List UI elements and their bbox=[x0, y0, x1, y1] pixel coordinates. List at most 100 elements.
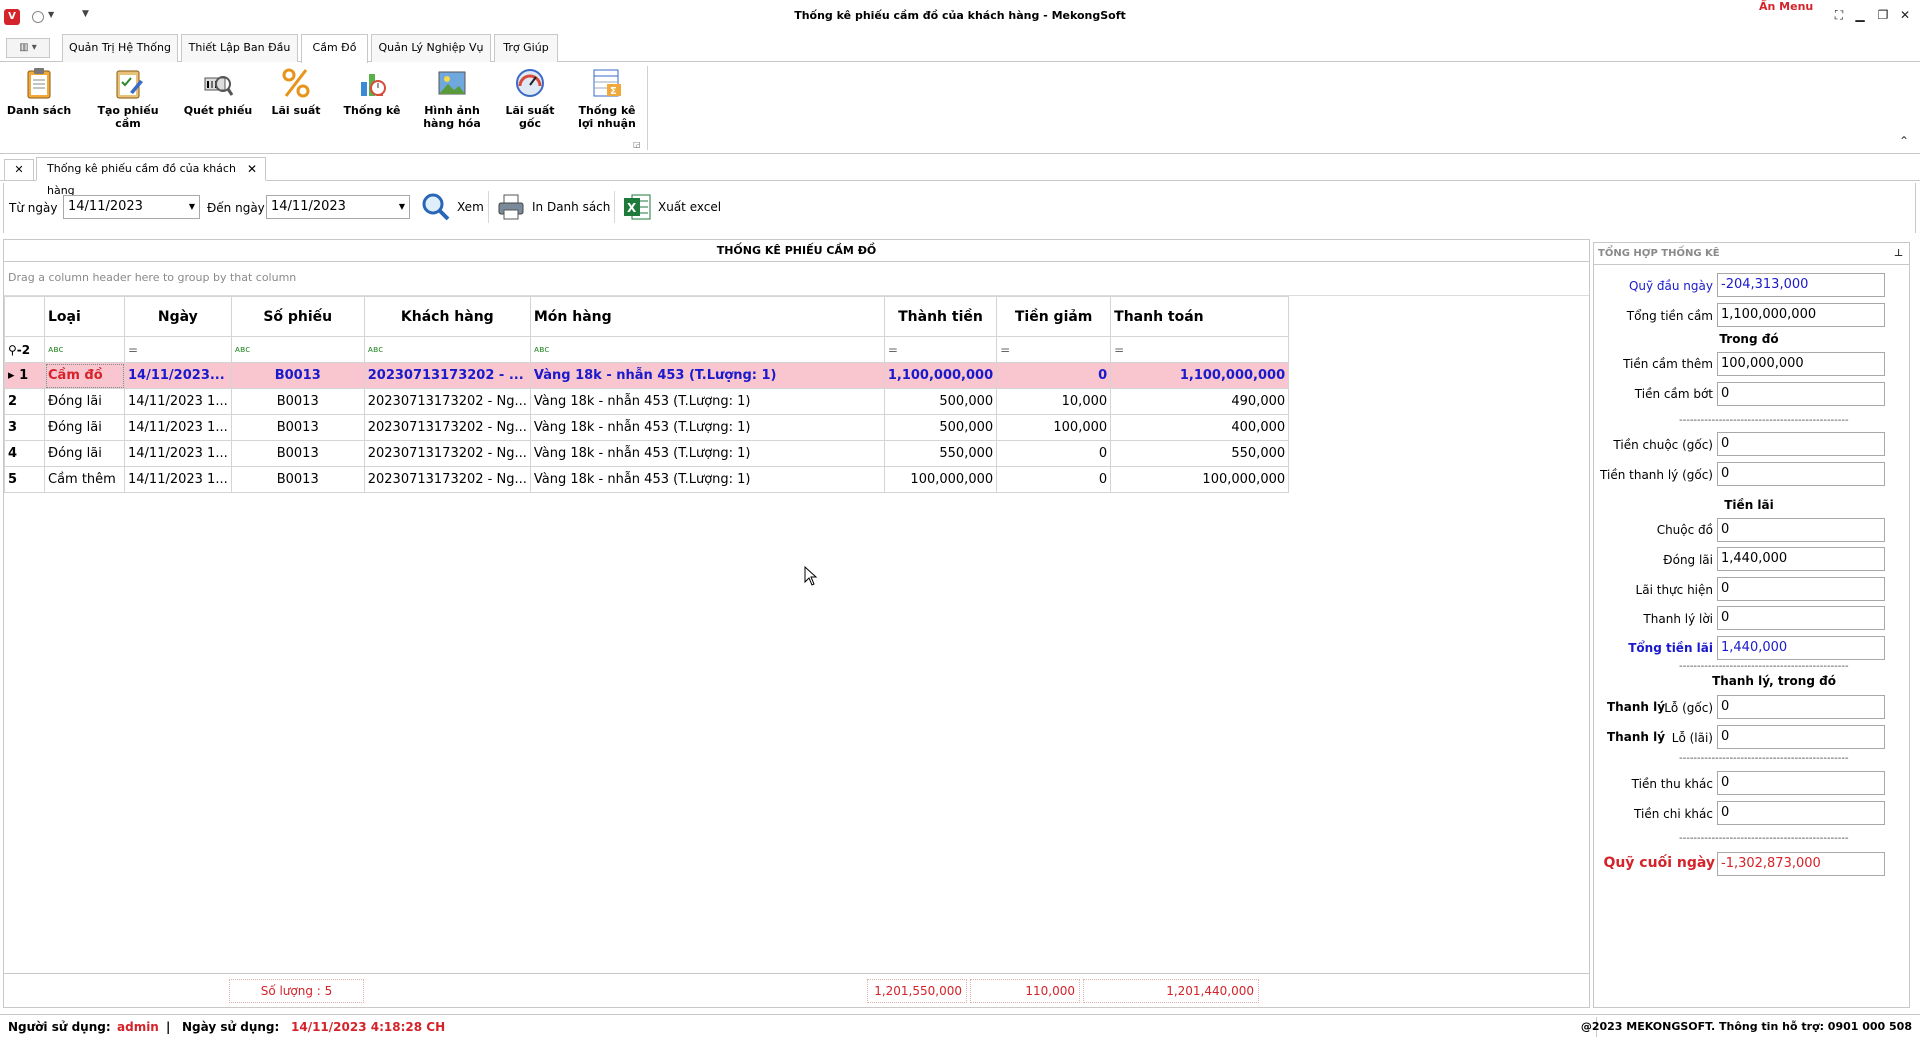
table-row[interactable]: 4 Đóng lãi 14/11/2023 1... B0013 2023071… bbox=[4, 440, 1290, 467]
tab-quan-tri-he-thong[interactable]: Quản Trị Hệ Thống bbox=[62, 34, 178, 62]
filter-cell-thanh-toan[interactable]: = bbox=[1110, 336, 1290, 363]
thanh-ly-loi-field[interactable]: 0 bbox=[1717, 606, 1885, 630]
cell-thanh-tien[interactable]: 100,000,000 bbox=[883, 466, 998, 493]
pin-icon[interactable]: ⊥ bbox=[1894, 243, 1903, 265]
print-list-button[interactable]: In Danh sách bbox=[494, 189, 610, 225]
cell-loai[interactable]: Đóng lãi bbox=[44, 440, 125, 467]
cell-khach-hang[interactable]: 20230713173202 - Ng... bbox=[363, 388, 531, 415]
cell-ngay[interactable]: 14/11/2023 1... bbox=[124, 440, 232, 467]
cell-thanh-tien[interactable]: 550,000 bbox=[883, 440, 998, 467]
table-row[interactable]: ▸ 1 Cầm đồ 14/11/2023... B0013 202307131… bbox=[4, 362, 1290, 389]
cell-mon-hang[interactable]: Vàng 18k - nhẫn 453 (T.Lượng: 1) bbox=[529, 414, 885, 441]
filter-cell-loai[interactable]: ᴀʙᴄ bbox=[44, 336, 125, 363]
filter-cell-ngay[interactable]: = bbox=[124, 336, 232, 363]
column-header-so-phieu[interactable]: Số phiếu bbox=[230, 296, 365, 337]
row-index[interactable]: 4 bbox=[4, 440, 45, 467]
table-row[interactable]: 3 Đóng lãi 14/11/2023 1... B0013 2023071… bbox=[4, 414, 1290, 441]
cell-loai[interactable]: Đóng lãi bbox=[44, 388, 125, 415]
tien-thu-khac-field[interactable]: 0 bbox=[1717, 771, 1885, 795]
cell-so-phieu[interactable]: B0013 bbox=[230, 466, 365, 493]
filter-cell-tien-giam[interactable]: = bbox=[996, 336, 1112, 363]
lai-suat-button[interactable]: Lãi suất bbox=[264, 66, 328, 117]
column-header-khach-hang[interactable]: Khách hàng bbox=[363, 296, 531, 337]
quy-cuoi-ngay-field[interactable]: -1,302,873,000 bbox=[1717, 852, 1885, 876]
cell-tien-giam[interactable]: 100,000 bbox=[996, 414, 1112, 441]
cell-tien-giam[interactable]: 0 bbox=[996, 466, 1112, 493]
filter-cell-so-phieu[interactable]: ᴀʙᴄ bbox=[230, 336, 365, 363]
restore-button[interactable]: ❐ bbox=[1874, 8, 1892, 22]
screen-icon[interactable]: ⛶ bbox=[1830, 8, 1848, 23]
cell-ngay[interactable]: 14/11/2023... bbox=[124, 362, 232, 389]
row-index[interactable]: 5 bbox=[4, 466, 45, 493]
tao-phieu-cam-button[interactable]: Tạo phiếu cầm bbox=[84, 66, 172, 130]
cell-tien-giam[interactable]: 10,000 bbox=[996, 388, 1112, 415]
close-all-tabs-icon[interactable]: ✕ bbox=[4, 159, 34, 181]
cell-tien-giam[interactable]: 0 bbox=[996, 440, 1112, 467]
column-header-tien-giam[interactable]: Tiền giảm bbox=[996, 296, 1112, 337]
table-row[interactable]: 5 Cầm thêm 14/11/2023 1... B0013 2023071… bbox=[4, 466, 1290, 493]
lai-suat-goc-button[interactable]: Lãi suất gốc bbox=[498, 66, 562, 130]
quet-phieu-button[interactable]: Quét phiếu bbox=[182, 66, 254, 117]
cell-loai[interactable]: Đóng lãi bbox=[44, 414, 125, 441]
cell-ngay[interactable]: 14/11/2023 1... bbox=[124, 466, 232, 493]
cell-thanh-toan[interactable]: 400,000 bbox=[1110, 414, 1290, 441]
cell-khach-hang[interactable]: 20230713173202 - ... bbox=[363, 362, 531, 389]
cell-khach-hang[interactable]: 20230713173202 - Ng... bbox=[363, 414, 531, 441]
tien-chi-khac-field[interactable]: 0 bbox=[1717, 801, 1885, 825]
tien-cam-them-field[interactable]: 100,000,000 bbox=[1717, 352, 1885, 376]
cell-khach-hang[interactable]: 20230713173202 - Ng... bbox=[363, 466, 531, 493]
cell-so-phieu[interactable]: B0013 bbox=[230, 388, 365, 415]
cell-so-phieu[interactable]: B0013 bbox=[230, 440, 365, 467]
hide-menu-button[interactable]: Ẩn Menu bbox=[1759, 0, 1813, 13]
row-index[interactable]: 3 bbox=[4, 414, 45, 441]
cell-thanh-toan[interactable]: 100,000,000 bbox=[1110, 466, 1290, 493]
cell-thanh-tien[interactable]: 500,000 bbox=[883, 414, 998, 441]
cell-ngay[interactable]: 14/11/2023 1... bbox=[124, 388, 232, 415]
dong-lai-field[interactable]: 1,440,000 bbox=[1717, 547, 1885, 571]
tab-cam-do[interactable]: Cầm Đồ bbox=[301, 34, 368, 63]
cell-thanh-toan[interactable]: 490,000 bbox=[1110, 388, 1290, 415]
lo-goc-field[interactable]: 0 bbox=[1717, 695, 1885, 719]
row-indicator[interactable]: ▸ 1 bbox=[4, 362, 45, 389]
tab-tro-giup[interactable]: Trợ Giúp bbox=[494, 34, 558, 62]
group-by-panel[interactable]: Drag a column header here to group by th… bbox=[4, 262, 1589, 296]
cell-so-phieu[interactable]: B0013 bbox=[230, 362, 365, 389]
chevron-down-icon[interactable]: ▼ bbox=[189, 196, 195, 218]
danh-sach-button[interactable]: Danh sách bbox=[4, 66, 74, 117]
cell-ngay[interactable]: 14/11/2023 1... bbox=[124, 414, 232, 441]
view-button[interactable]: Xem bbox=[419, 189, 484, 225]
quy-dau-ngay-field[interactable]: -204,313,000 bbox=[1717, 273, 1885, 297]
cell-loai[interactable]: Cầm thêm bbox=[44, 466, 125, 493]
tien-cam-bot-field[interactable]: 0 bbox=[1717, 382, 1885, 406]
close-tab-icon[interactable]: ✕ bbox=[247, 158, 257, 180]
export-excel-button[interactable]: X Xuất excel bbox=[620, 189, 721, 225]
chevron-down-icon[interactable]: ▼ bbox=[399, 196, 405, 218]
close-button[interactable]: ✕ bbox=[1896, 8, 1914, 22]
column-header-ngay[interactable]: Ngày bbox=[124, 296, 232, 337]
cell-thanh-toan[interactable]: 550,000 bbox=[1110, 440, 1290, 467]
cell-thanh-tien[interactable]: 1,100,000,000 bbox=[883, 362, 998, 389]
cell-mon-hang[interactable]: Vàng 18k - nhẫn 453 (T.Lượng: 1) bbox=[529, 466, 885, 493]
filter-cell-thanh-tien[interactable]: = bbox=[883, 336, 998, 363]
to-date-input[interactable]: 14/11/2023 ▼ bbox=[266, 195, 410, 219]
table-row[interactable]: 2 Đóng lãi 14/11/2023 1... B0013 2023071… bbox=[4, 388, 1290, 415]
column-header-thanh-tien[interactable]: Thành tiền bbox=[883, 296, 998, 337]
app-menu-button[interactable]: ▥ ▾ bbox=[6, 38, 50, 58]
from-date-input[interactable]: 14/11/2023 ▼ bbox=[63, 195, 200, 219]
thong-ke-button[interactable]: Thống kê bbox=[340, 66, 404, 117]
column-header-thanh-toan[interactable]: Thanh toán bbox=[1110, 296, 1290, 337]
filter-cell-mon-hang[interactable]: ᴀʙᴄ bbox=[529, 336, 885, 363]
thong-ke-loi-nhuan-button[interactable]: Σ Thống kê lợi nhuận bbox=[574, 66, 640, 130]
cell-thanh-tien[interactable]: 500,000 bbox=[883, 388, 998, 415]
tien-chuoc-goc-field[interactable]: 0 bbox=[1717, 432, 1885, 456]
document-tab[interactable]: Thống kê phiếu cầm đồ của khách hàng ✕ bbox=[36, 157, 266, 197]
cell-loai[interactable]: Cầm đồ bbox=[44, 362, 125, 389]
hinh-anh-hang-hoa-button[interactable]: Hình ảnh hàng hóa bbox=[416, 66, 488, 130]
lai-thuc-hien-field[interactable]: 0 bbox=[1717, 577, 1885, 601]
tong-tien-lai-field[interactable]: 1,440,000 bbox=[1717, 636, 1885, 660]
tab-quan-ly-nghiep-vu[interactable]: Quản Lý Nghiệp Vụ bbox=[371, 34, 491, 62]
cell-mon-hang[interactable]: Vàng 18k - nhẫn 453 (T.Lượng: 1) bbox=[529, 362, 885, 389]
collapse-ribbon-icon[interactable]: ⌃ bbox=[1899, 134, 1909, 148]
cell-khach-hang[interactable]: 20230713173202 - Ng... bbox=[363, 440, 531, 467]
cell-mon-hang[interactable]: Vàng 18k - nhẫn 453 (T.Lượng: 1) bbox=[529, 440, 885, 467]
